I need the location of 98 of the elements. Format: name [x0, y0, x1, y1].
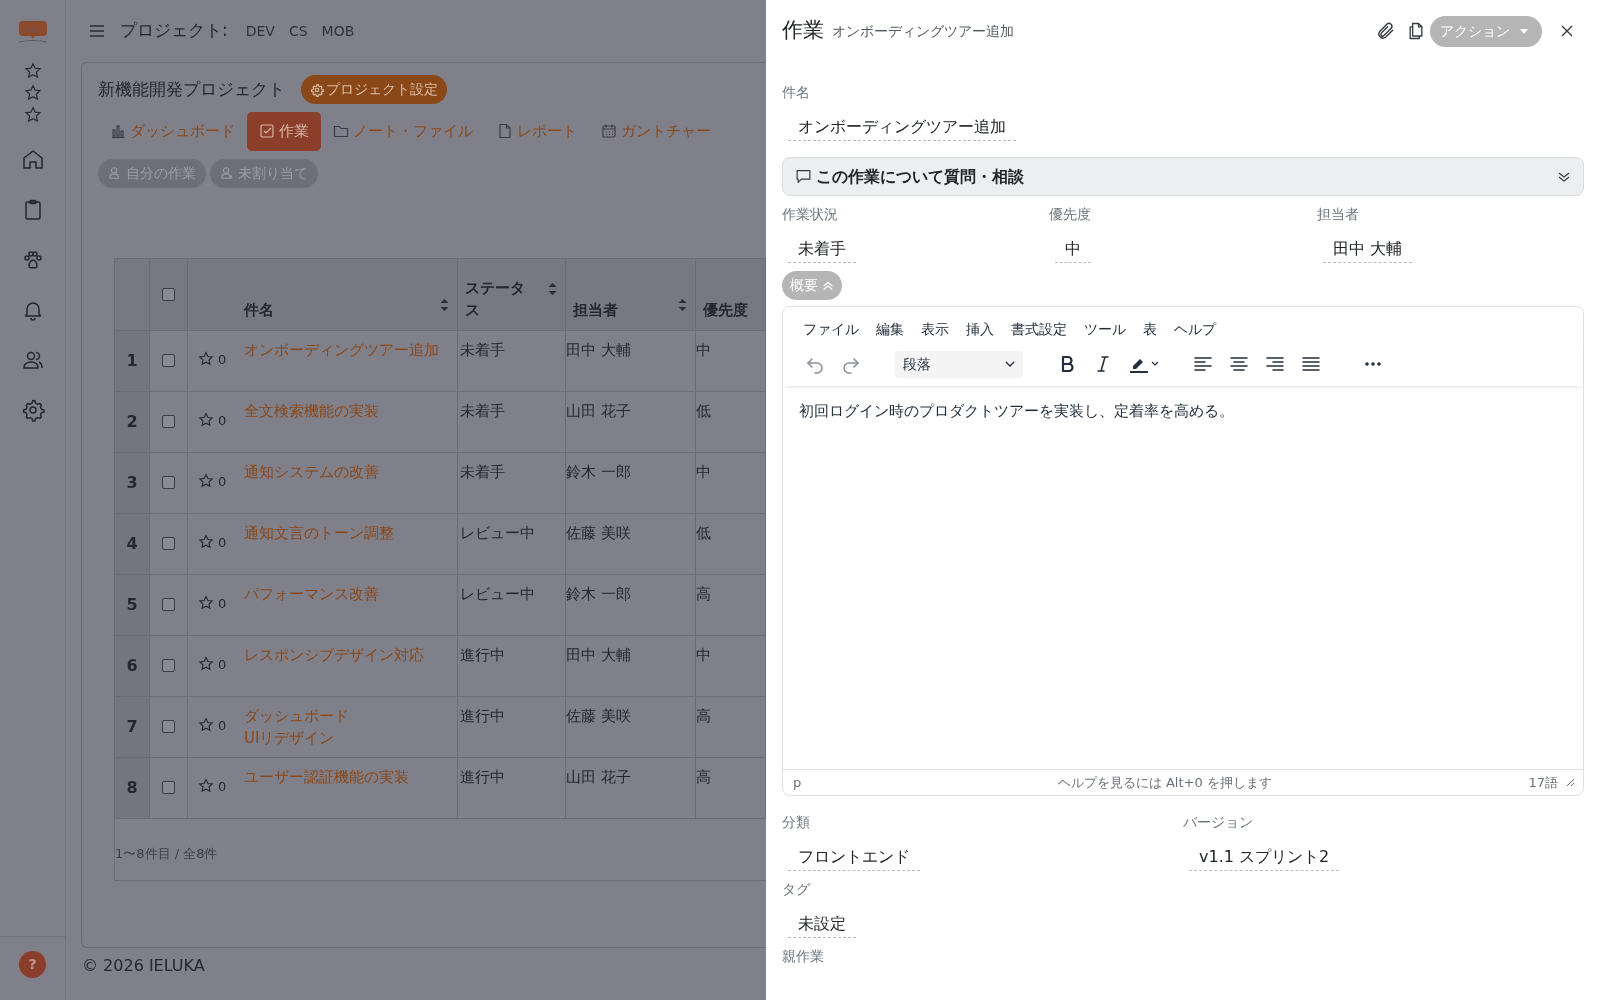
editor-menu-item[interactable]: 表 [1143, 319, 1157, 340]
status-text: 未着手 [460, 462, 505, 481]
project-link[interactable]: CS [288, 20, 308, 42]
project-title: 新機能開発プロジェクト [98, 77, 285, 101]
editor-menu-item[interactable]: 表示 [921, 319, 949, 340]
assignee-text: 田中 大輔 [566, 340, 631, 359]
favorite-count: 0 [218, 472, 227, 491]
task-link[interactable]: ダッシュボード UIリデザイン [244, 704, 443, 750]
field-label: 優先度 [1049, 205, 1093, 224]
pagination-info: 1〜8件目 / 全8件 [115, 845, 218, 864]
tab[interactable]: レポート [485, 112, 589, 151]
help-button[interactable]: ? [19, 951, 46, 978]
column-header[interactable]: 件名 [188, 299, 274, 322]
row-number: 4 [126, 533, 138, 553]
field-label: タグ [782, 880, 811, 899]
favorite-count: 0 [218, 533, 227, 552]
editor-menu-item[interactable]: 書式設定 [1011, 319, 1067, 340]
priority-text: 高 [696, 706, 711, 725]
editor-menu-item[interactable]: ファイル [803, 319, 859, 340]
priority-text: 低 [696, 523, 711, 542]
discussion-accordion[interactable]: この作業について質問・相談 [782, 157, 1584, 196]
task-link[interactable]: 全文検索機能の実装 [244, 399, 379, 430]
field-label: バージョン [1183, 813, 1254, 832]
column-header[interactable]: 担当者 [566, 299, 618, 322]
priority-text: 高 [696, 584, 711, 603]
task-link[interactable]: パフォーマンス改善 [244, 582, 379, 613]
editor-menu-item[interactable]: ツール [1084, 319, 1126, 340]
favorite-count: 0 [218, 411, 227, 430]
element-path[interactable]: p [793, 772, 802, 793]
editor-menu-item[interactable]: 編集 [876, 319, 904, 340]
assignee-text: 鈴木 一郎 [566, 584, 631, 603]
project-settings-button[interactable]: プロジェクト設定 [301, 75, 447, 104]
editor-help-text: ヘルプを見るには Alt+0 を押します [1057, 773, 1272, 792]
field-label: 親作業 [782, 947, 825, 966]
row-number: 6 [126, 655, 138, 675]
status-text: 進行中 [460, 645, 505, 664]
favorite-count: 0 [218, 716, 227, 735]
panel-subtitle: オンボーディングツアー追加 [832, 21, 1014, 41]
rich-text-editor[interactable]: ファイル 編集 表示 挿入 書式設定 ツール 表 ヘルプ 段落 初回ログイン時のプロダクトツアーを実装し、定着率を高める。 p ヘルプを見るには Alt+0 を押します 17語 [782, 306, 1584, 796]
priority-text: 中 [696, 645, 711, 664]
panel-title: 作業 [782, 17, 824, 45]
tab[interactable]: ガントチャー [589, 112, 723, 151]
task-link[interactable]: 通知システムの改善 [244, 460, 379, 491]
row-number: 7 [126, 716, 138, 736]
priority-text: 中 [696, 462, 711, 481]
inline-edit-field[interactable]: v1.1 スプリント2 [1189, 843, 1340, 871]
field-label: 担当者 [1316, 205, 1360, 224]
row-number: 2 [126, 411, 138, 431]
assignee-text: 山田 花子 [566, 401, 631, 420]
priority-text: 中 [696, 340, 711, 359]
editor-menu-item[interactable]: ヘルプ [1174, 319, 1216, 340]
word-count[interactable]: 17語 [1528, 772, 1558, 793]
status-text: レビュー中 [460, 584, 535, 603]
copyright-text: © 2026 IELUKA [82, 956, 205, 975]
assignee-text: 田中 大輔 [566, 645, 631, 664]
status-text: 未着手 [460, 340, 505, 359]
field-label: 作業状況 [782, 205, 839, 224]
inline-edit-field[interactable]: フロントエンド [788, 843, 920, 871]
assignee-text: 佐藤 美咲 [566, 706, 631, 725]
assignee-text: 山田 花子 [566, 767, 631, 786]
status-text: 進行中 [460, 767, 505, 786]
favorite-count: 0 [218, 777, 227, 796]
assignee-text: 佐藤 美咲 [566, 523, 631, 542]
favorite-count: 0 [218, 350, 227, 369]
field-label: 分類 [782, 813, 811, 832]
block-format-select[interactable]: 段落 [895, 350, 1023, 378]
inline-edit-field[interactable]: 中 [1055, 235, 1092, 263]
row-number: 1 [126, 350, 138, 370]
task-link[interactable]: ユーザー認証機能の実装 [244, 765, 409, 796]
action-dropdown-button[interactable]: アクション [1430, 15, 1542, 47]
tab[interactable]: 作業 [247, 112, 321, 151]
assignee-text: 鈴木 一郎 [566, 462, 631, 481]
tab[interactable]: ダッシュボード [98, 112, 247, 151]
inline-edit-field[interactable]: 田中 大輔 [1322, 235, 1412, 263]
project-link[interactable]: DEV [245, 20, 275, 42]
priority-text: 高 [696, 767, 711, 786]
project-link[interactable]: MOB [321, 20, 355, 42]
task-link[interactable]: 通知文言のトーン調整 [244, 521, 394, 552]
editor-content: 初回ログイン時のプロダクトツアーを実装し、定着率を高める。 [799, 401, 1235, 422]
status-text: 進行中 [460, 706, 505, 725]
row-number: 3 [126, 472, 138, 492]
summary-toggle-button[interactable]: 概要 [782, 271, 842, 300]
priority-text: 低 [696, 401, 711, 420]
status-text: 未着手 [460, 401, 505, 420]
inline-edit-field[interactable]: 未着手 [788, 235, 856, 263]
project-label: プロジェクト: [120, 19, 228, 43]
inline-edit-field[interactable]: 未設定 [788, 910, 856, 938]
inline-edit-field[interactable]: オンボーディングツアー追加 [788, 113, 1016, 141]
row-number: 5 [126, 594, 138, 614]
row-number: 8 [126, 777, 138, 797]
editor-menu-item[interactable]: 挿入 [966, 319, 994, 340]
status-text: レビュー中 [460, 523, 535, 542]
tab[interactable]: ノート・ファイル [321, 112, 485, 151]
field-label: 件名 [782, 83, 811, 102]
task-link[interactable]: レスポンシブデザイン対応 [244, 643, 424, 674]
favorite-count: 0 [218, 655, 227, 674]
favorite-count: 0 [218, 594, 227, 613]
task-link[interactable]: オンボーディングツアー追加 [244, 338, 439, 369]
